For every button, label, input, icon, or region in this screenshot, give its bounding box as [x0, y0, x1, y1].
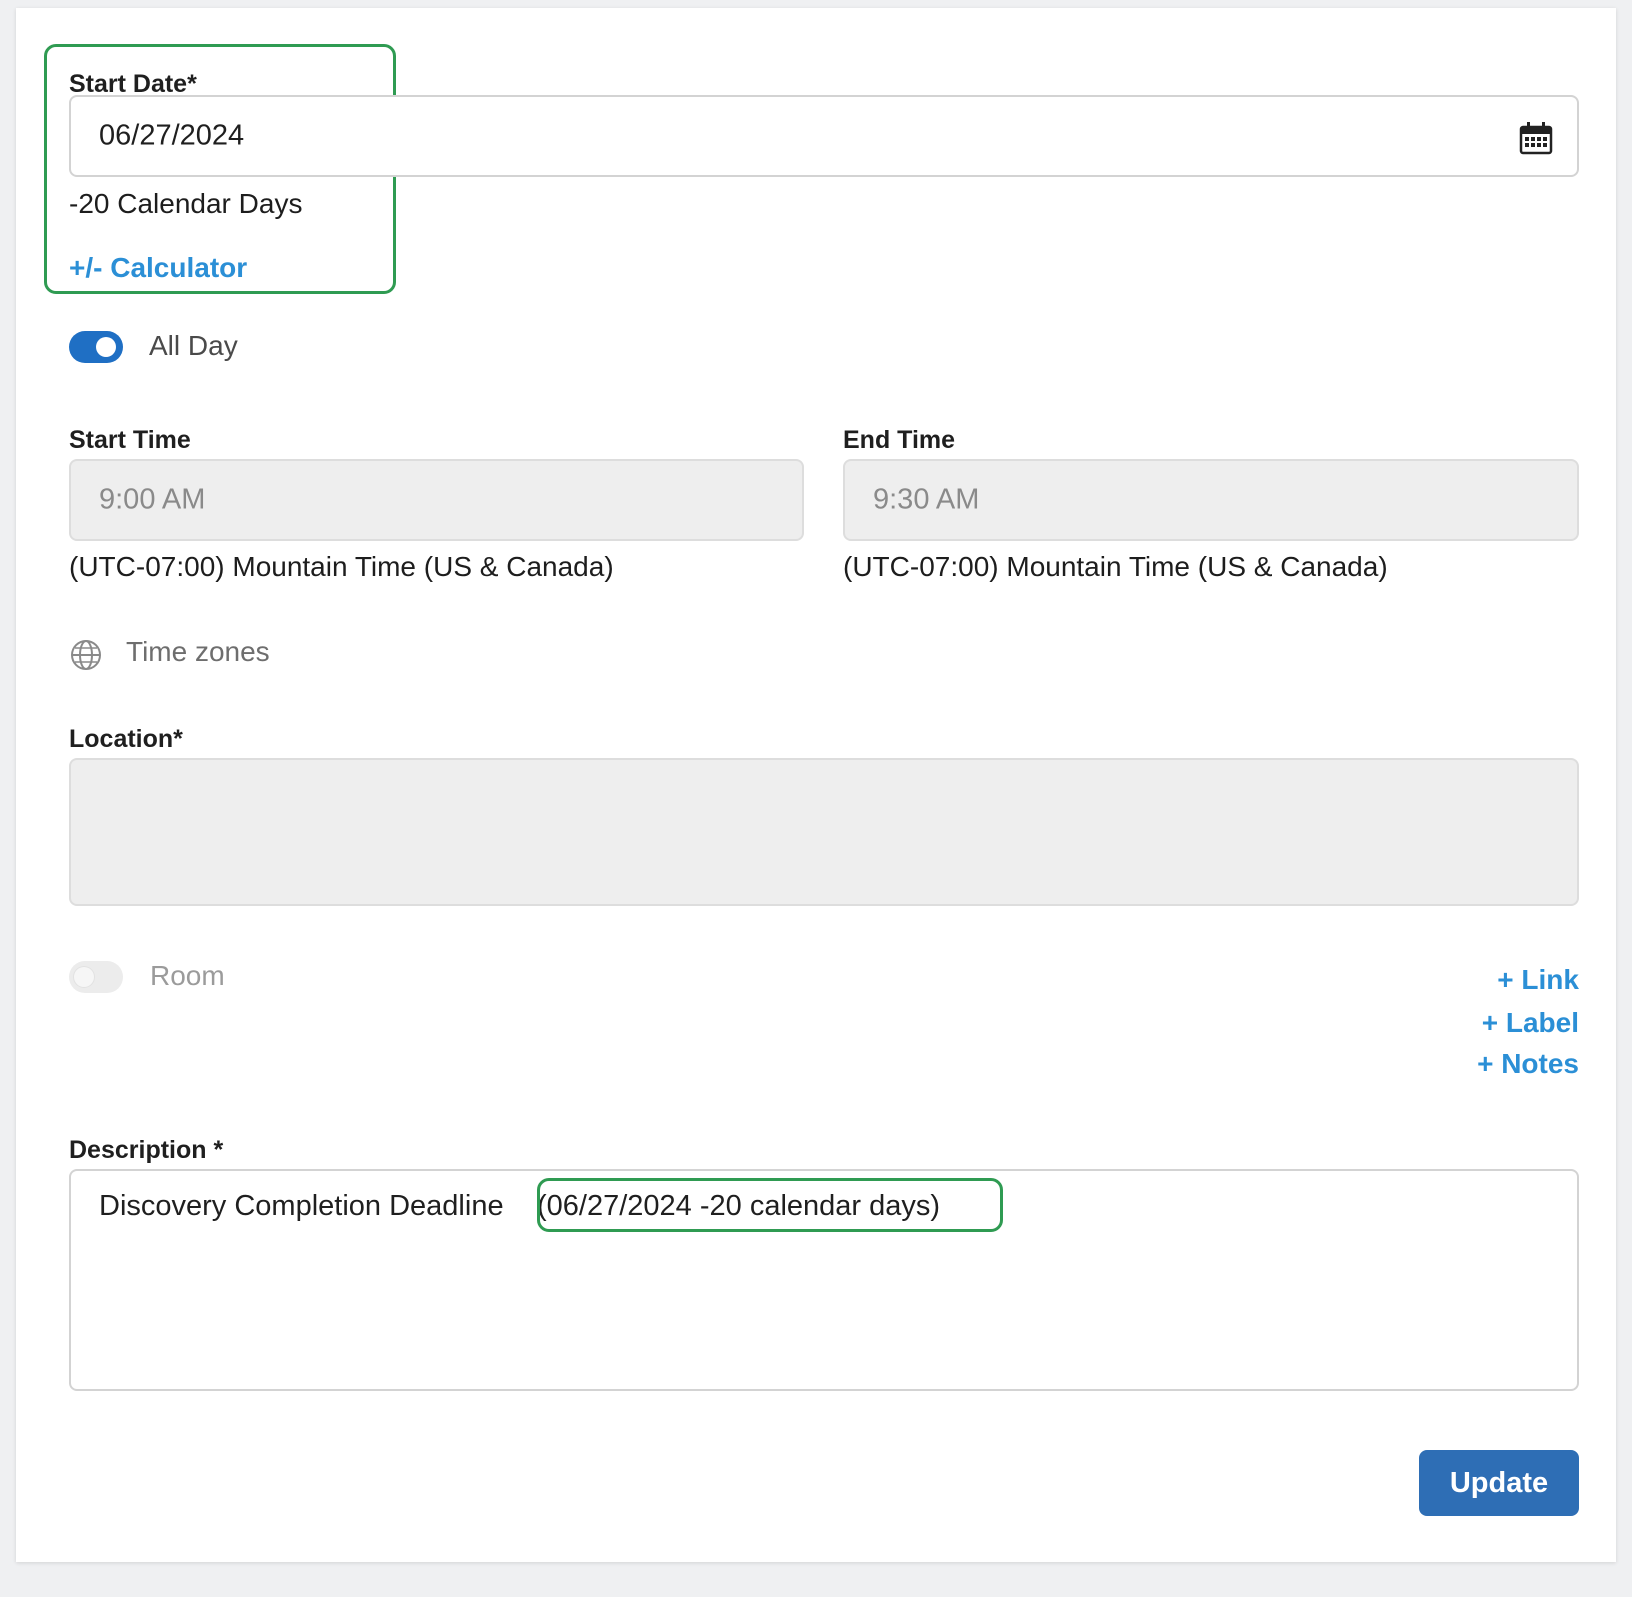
time-zones-label: Time zones — [126, 636, 270, 667]
start-date-value: 06/27/2024 — [99, 119, 245, 152]
end-timezone-text: (UTC-07:00) Mountain Time (US & Canada) — [843, 551, 1388, 582]
description-computed-highlight — [537, 1178, 1003, 1232]
room-toggle[interactable] — [69, 961, 123, 993]
calendar-icon[interactable] — [1519, 121, 1553, 155]
start-date-input[interactable]: 06/27/2024 — [69, 95, 1579, 177]
end-time-input[interactable]: 9:30 AM — [843, 459, 1579, 541]
time-zones-button[interactable]: Time zones — [69, 634, 309, 674]
add-notes-button[interactable]: + Notes — [1477, 1048, 1579, 1080]
toggle-knob — [96, 337, 116, 357]
description-main-text: Discovery Completion Deadline — [99, 1190, 504, 1222]
update-button[interactable]: Update — [1419, 1450, 1579, 1516]
end-time-value: 9:30 AM — [873, 483, 980, 516]
end-time-label: End Time — [843, 426, 956, 454]
event-form-card: Start Date* 06/27/2024 -20 Calendar Days… — [16, 8, 1616, 1562]
add-label-button[interactable]: + Label — [1482, 1007, 1579, 1039]
location-input[interactable] — [69, 758, 1579, 906]
description-label: Description * — [69, 1136, 224, 1164]
calculator-link[interactable]: +/- Calculator — [69, 252, 247, 284]
all-day-label: All Day — [149, 330, 238, 361]
toggle-knob — [74, 967, 94, 987]
all-day-toggle[interactable] — [69, 331, 123, 363]
start-timezone-text: (UTC-07:00) Mountain Time (US & Canada) — [69, 551, 614, 582]
start-time-input[interactable]: 9:00 AM — [69, 459, 804, 541]
start-time-value: 9:00 AM — [99, 483, 206, 516]
add-link-button[interactable]: + Link — [1497, 964, 1579, 996]
globe-icon — [69, 638, 103, 672]
location-label: Location* — [69, 725, 183, 753]
room-label: Room — [150, 960, 225, 991]
start-time-label: Start Time — [69, 426, 191, 454]
date-offset-text: -20 Calendar Days — [69, 188, 303, 219]
